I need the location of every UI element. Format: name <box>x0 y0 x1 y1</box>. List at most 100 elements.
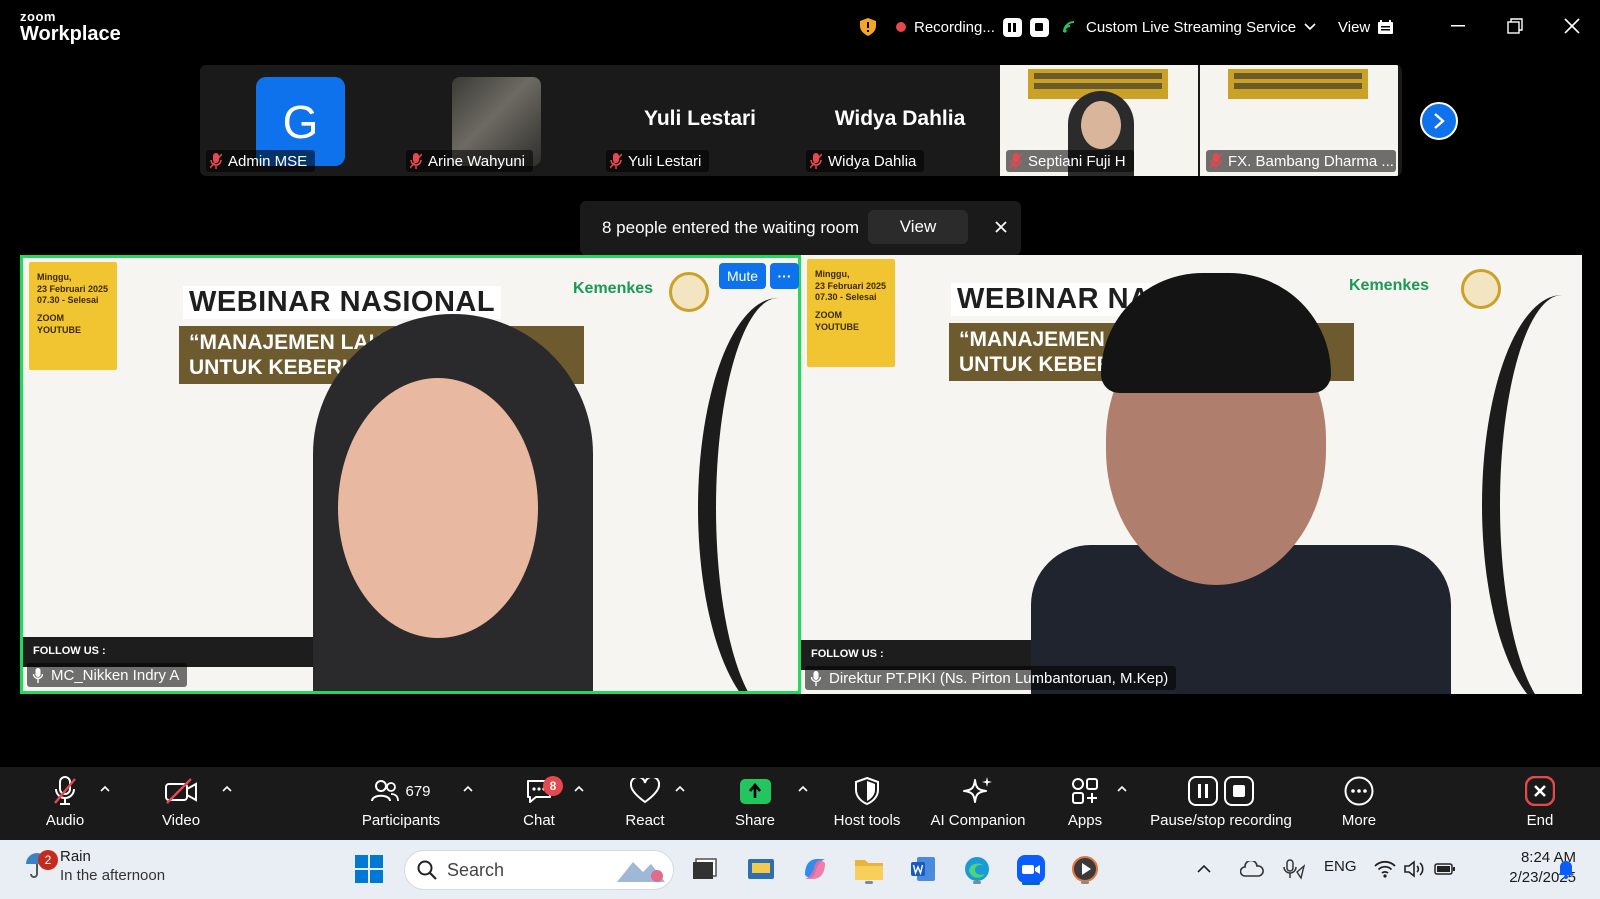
show-hidden-icons-chevron-up-icon[interactable] <box>1193 852 1215 886</box>
video-name-tag: Direktur PT.PIKI (Ns. Pirton Lumbantorua… <box>805 666 1177 690</box>
mic-muted-icon <box>54 776 76 805</box>
view-menu-button[interactable]: View <box>1338 14 1394 40</box>
restore-window-icon[interactable] <box>1500 12 1530 40</box>
chat-label: Chat <box>523 812 555 829</box>
participant-tile[interactable]: Arine Wahyuni <box>400 65 600 176</box>
react-button[interactable]: React <box>620 773 670 835</box>
pause-icon <box>1188 776 1218 806</box>
minimize-window-icon[interactable] <box>1443 12 1473 40</box>
audio-options-caret-icon[interactable] <box>98 781 112 795</box>
active-speaker-video[interactable]: Minggu, 23 Februari 2025 07.30 - Selesai… <box>20 255 801 694</box>
notification-bell-icon[interactable] <box>1553 852 1579 886</box>
windows-start-icon[interactable] <box>352 852 386 886</box>
mic-muted-icon <box>1210 153 1222 169</box>
pause-recording-button[interactable] <box>1002 17 1022 37</box>
mic-muted-icon <box>410 153 422 169</box>
stop-icon <box>1035 23 1044 31</box>
share-button[interactable]: Share <box>730 773 780 835</box>
more-label: More <box>1341 812 1377 829</box>
word-icon[interactable] <box>906 852 940 886</box>
poster-brand: Kemenkes <box>573 280 654 297</box>
poster-date-line: Minggu, <box>815 269 850 279</box>
chat-options-caret-icon[interactable] <box>572 781 586 795</box>
recording-dot-icon <box>896 22 906 32</box>
end-meeting-button[interactable]: End <box>1515 773 1565 835</box>
video-label: Video <box>161 812 201 829</box>
pause-stop-recording-button[interactable]: Pause/stop recording <box>1146 773 1296 835</box>
participant-name: FX. Bambang Dharma ... <box>1228 152 1394 170</box>
host-tools-label: Host tools <box>833 812 901 829</box>
video-button[interactable]: Video <box>156 773 206 835</box>
participant-tile[interactable]: Widya Dahlia Widya Dahlia <box>800 65 1000 176</box>
poster-date-line: ZOOM <box>815 310 842 321</box>
media-player-icon[interactable] <box>1068 852 1102 886</box>
mic-on-icon <box>811 670 821 686</box>
poster-date-line: YOUTUBE <box>815 321 860 332</box>
onedrive-cloud-icon[interactable] <box>1238 852 1266 886</box>
file-manager-icon[interactable] <box>744 852 778 886</box>
logo-line2: Workplace <box>20 23 121 45</box>
react-options-caret-icon[interactable] <box>673 781 687 795</box>
microphone-in-use-icon[interactable] <box>1280 852 1308 886</box>
wifi-icon[interactable] <box>1372 852 1398 886</box>
webinar-poster-background: Minggu, 23 Februari 2025 07.30 - Selesai… <box>23 258 798 691</box>
gallery-view-icon <box>1378 20 1394 34</box>
logo-line1: zoom <box>20 9 56 24</box>
share-options-caret-icon[interactable] <box>796 781 810 795</box>
participant-tile[interactable]: Yuli Lestari Yuli Lestari <box>600 65 800 176</box>
volume-icon[interactable] <box>1402 852 1428 886</box>
audio-button[interactable]: Audio <box>40 773 90 835</box>
next-page-button[interactable] <box>1420 102 1458 140</box>
mic-muted-icon <box>210 153 222 169</box>
participant-tile[interactable]: FX. Bambang Dharma ... <box>1200 65 1400 176</box>
participant-tile[interactable]: G Admin MSE <box>200 65 400 176</box>
apps-options-caret-icon[interactable] <box>1115 781 1129 795</box>
participants-icon <box>371 780 400 802</box>
poster-brand: Kemenkes <box>1349 277 1430 294</box>
poster-date-line: YOUTUBE <box>37 324 82 335</box>
close-window-icon[interactable] <box>1557 12 1587 40</box>
participants-button[interactable]: 679 Participants <box>358 773 444 835</box>
video-options-caret-icon[interactable] <box>220 781 234 795</box>
participant-tile[interactable]: Septiani Fuji H <box>1000 65 1200 176</box>
close-icon[interactable] <box>990 216 1012 238</box>
running-indicator <box>1081 881 1089 884</box>
ai-companion-button[interactable]: AI Companion <box>926 773 1030 835</box>
poster-date-line: Minggu, <box>37 272 72 282</box>
more-button[interactable]: More <box>1334 773 1384 835</box>
participant-display-name: Yuli Lestari <box>643 107 757 130</box>
task-view-icon[interactable] <box>688 852 722 886</box>
more-options-button[interactable]: ··· <box>770 263 799 289</box>
taskbar-search-box[interactable]: Search <box>404 850 674 890</box>
participant-name: Yuli Lestari <box>628 152 702 170</box>
meeting-toolbar: Audio Video 679 Participants Chat 8 Reac… <box>0 767 1600 840</box>
participant-name-tag: Yuli Lestari <box>606 150 710 172</box>
video-name-tag: MC_Nikken Indry A <box>27 663 188 687</box>
security-shield-icon[interactable] <box>860 14 876 40</box>
waiting-room-view-button[interactable]: View <box>868 210 968 244</box>
audio-label: Audio <box>45 812 85 829</box>
file-explorer-icon[interactable] <box>852 852 886 886</box>
mute-participant-button[interactable]: Mute <box>719 263 766 289</box>
input-language-indicator[interactable]: ENG <box>1324 858 1357 875</box>
apps-button[interactable]: Apps <box>1060 773 1110 835</box>
battery-icon[interactable] <box>1432 852 1458 886</box>
participant-video[interactable]: Minggu, 23 Februari 2025 07.30 - Selesai… <box>801 255 1582 694</box>
participants-options-caret-icon[interactable] <box>461 781 475 795</box>
end-icon <box>1525 776 1555 806</box>
streaming-label: Custom Live Streaming Service <box>1086 18 1297 36</box>
person-face <box>1081 101 1121 149</box>
host-tools-button[interactable]: Host tools <box>830 773 904 835</box>
stop-recording-button[interactable] <box>1029 17 1049 37</box>
copilot-icon[interactable] <box>798 852 832 886</box>
stop-icon <box>1224 776 1254 806</box>
recording-label: Recording... <box>914 18 995 36</box>
end-label: End <box>1526 812 1554 829</box>
zoom-app-icon[interactable] <box>1014 852 1048 886</box>
poster-date-card: Minggu, 23 Februari 2025 07.30 - Selesai… <box>29 262 117 370</box>
live-streaming-dropdown[interactable]: Custom Live Streaming Service <box>1062 14 1316 40</box>
participants-label: Participants <box>361 812 441 829</box>
search-icon <box>417 860 437 880</box>
poster-banner <box>1228 69 1368 99</box>
edge-browser-icon[interactable] <box>960 852 994 886</box>
